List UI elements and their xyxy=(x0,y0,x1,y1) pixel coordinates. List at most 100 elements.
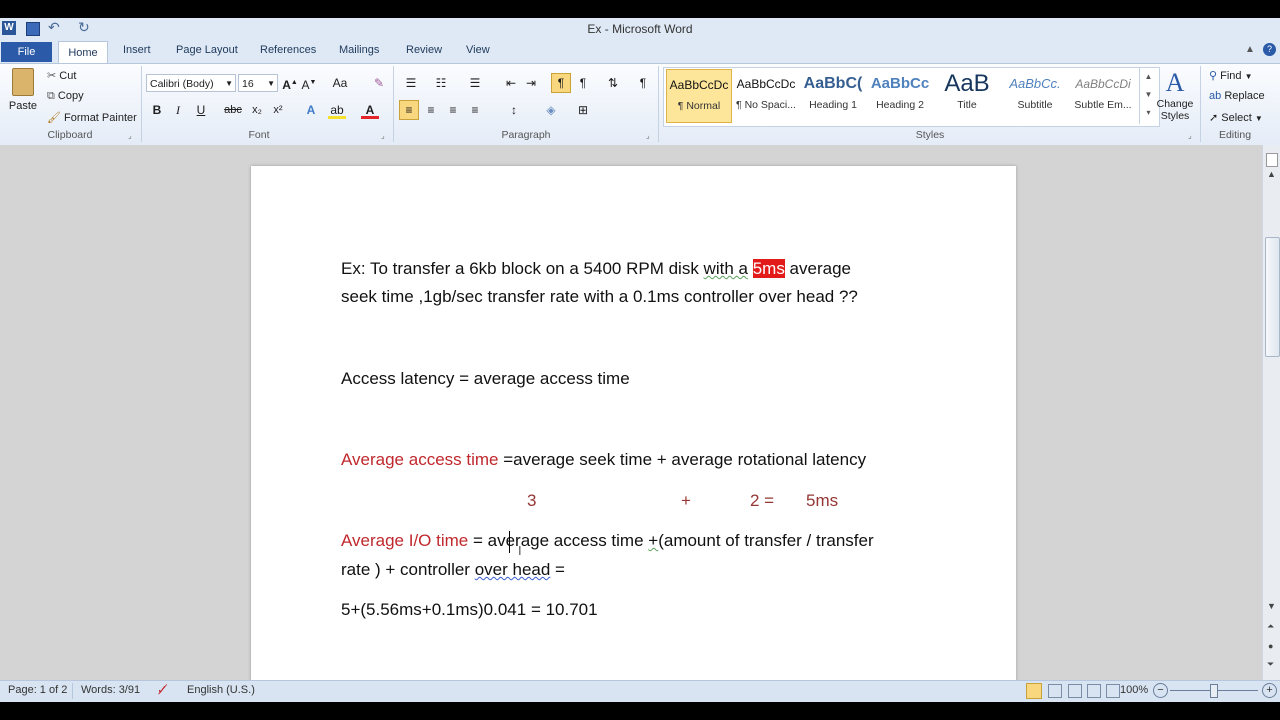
ruler-toggle-icon[interactable] xyxy=(1266,153,1278,167)
line-spacing-icon[interactable]: ↕ xyxy=(505,101,523,119)
style-name: Title xyxy=(957,99,977,111)
style-heading-2[interactable]: AaBbCc Heading 2 xyxy=(868,69,932,121)
font-name-select[interactable]: Calibri (Body) ▼ xyxy=(146,74,236,92)
style-heading-1[interactable]: AaBbC( Heading 1 xyxy=(801,69,865,121)
web-layout-icon[interactable] xyxy=(1068,684,1082,698)
ltr-direction-icon[interactable]: ¶ xyxy=(551,73,571,93)
draft-view-icon[interactable] xyxy=(1106,684,1120,698)
increase-indent-icon[interactable]: ⇥ xyxy=(522,74,540,92)
font-group-label: Font xyxy=(248,129,270,141)
decrease-indent-icon[interactable]: ⇤ xyxy=(502,74,520,92)
multilevel-list-icon[interactable]: ☰ xyxy=(466,74,484,92)
tab-insert[interactable]: Insert xyxy=(123,44,151,56)
sort-icon[interactable]: ⇅ xyxy=(604,74,622,92)
italic-icon[interactable]: I xyxy=(169,101,187,119)
clipboard-launcher-icon[interactable]: ⌟ xyxy=(128,131,132,140)
word-count-status[interactable]: Words: 3/91 xyxy=(81,684,140,696)
strikethrough-icon[interactable]: abc xyxy=(224,101,242,119)
grow-font-icon[interactable]: A▲ xyxy=(281,74,299,92)
tab-review[interactable]: Review xyxy=(406,44,442,56)
page-count-status[interactable]: Page: 1 of 2 xyxy=(8,684,67,696)
replace-button[interactable]: ab Replace xyxy=(1208,89,1266,103)
change-styles-button[interactable]: A Change Styles xyxy=(1155,68,1195,122)
styles-launcher-icon[interactable]: ⌟ xyxy=(1188,131,1192,140)
bullets-icon[interactable]: ☰ xyxy=(402,74,420,92)
font-color-icon[interactable]: A xyxy=(361,101,379,119)
align-center-icon[interactable]: ≡ xyxy=(422,101,440,119)
vertical-scrollbar[interactable]: ▲ ▼ ⏶ ● ⏷ xyxy=(1262,145,1280,680)
tab-home[interactable]: Home xyxy=(58,41,108,64)
paste-button[interactable]: Paste xyxy=(6,68,40,124)
help-icon[interactable]: ? xyxy=(1263,43,1276,56)
document-page[interactable]: Ex: To transfer a 6kb block on a 5400 RP… xyxy=(251,166,1016,686)
format-painter-label: Format Painter xyxy=(64,112,137,124)
font-launcher-icon[interactable]: ⌟ xyxy=(381,131,385,140)
full-screen-reading-icon[interactable] xyxy=(1048,684,1062,698)
language-status[interactable]: English (U.S.) xyxy=(187,684,255,696)
paragraph-launcher-icon[interactable]: ⌟ xyxy=(646,131,650,140)
proofing-icon[interactable]: ✓̸ xyxy=(157,682,168,698)
superscript-icon[interactable]: x² xyxy=(269,101,287,119)
align-left-icon[interactable]: ≡ xyxy=(399,100,419,120)
numbering-icon[interactable]: ☷ xyxy=(432,74,450,92)
bold-icon[interactable]: B xyxy=(148,101,166,119)
shading-icon[interactable]: ◈ xyxy=(542,101,560,119)
style-subtle-emphasis[interactable]: AaBbCcDi Subtle Em... xyxy=(1071,69,1135,121)
tab-references[interactable]: References xyxy=(260,44,316,56)
zoom-out-icon[interactable]: − xyxy=(1153,683,1168,698)
style-title[interactable]: AaB Title xyxy=(935,69,999,121)
scroll-thumb[interactable] xyxy=(1265,237,1280,357)
next-page-icon[interactable]: ⏷ xyxy=(1267,659,1274,670)
borders-icon[interactable]: ⊞ xyxy=(574,101,592,119)
shrink-font-icon[interactable]: A▼ xyxy=(300,74,318,92)
tab-page-layout[interactable]: Page Layout xyxy=(176,44,238,56)
cut-button[interactable]: ✂ Cut xyxy=(46,68,77,83)
zoom-in-icon[interactable]: + xyxy=(1262,683,1277,698)
tab-view[interactable]: View xyxy=(466,44,490,56)
previous-page-icon[interactable]: ⏶ xyxy=(1267,621,1274,632)
scroll-up-icon[interactable]: ▲ xyxy=(1267,169,1276,179)
outline-view-icon[interactable] xyxy=(1087,684,1101,698)
style-sample: AaBbC( xyxy=(803,75,863,92)
clipboard-group-label: Clipboard xyxy=(47,129,93,141)
style-subtitle[interactable]: AaBbCc. Subtitle xyxy=(1003,69,1067,121)
align-right-icon[interactable]: ≡ xyxy=(444,101,462,119)
change-styles-label: Change Styles xyxy=(1156,98,1194,122)
underline-icon[interactable]: U xyxy=(192,101,210,119)
window-title: Ex - Microsoft Word xyxy=(587,22,693,36)
font-size-select[interactable]: 16 ▼ xyxy=(238,74,278,92)
show-formatting-icon[interactable]: ¶ xyxy=(634,74,652,92)
value-2-equals: 2 = xyxy=(750,491,775,510)
subscript-icon[interactable]: x₂ xyxy=(248,101,266,119)
zoom-level[interactable]: 100% xyxy=(1120,684,1148,696)
style-no-spacing[interactable]: AaBbCcDc ¶ No Spaci... xyxy=(734,69,798,121)
red-label-text: Average I/O time xyxy=(341,531,469,550)
browse-object-icon[interactable]: ● xyxy=(1268,641,1273,651)
rtl-direction-icon[interactable]: ¶ xyxy=(574,74,592,92)
tab-mailings[interactable]: Mailings xyxy=(339,44,379,56)
change-case-icon[interactable]: Aa xyxy=(331,74,349,92)
style-normal[interactable]: AaBbCcDc ¶ Normal xyxy=(666,69,732,123)
copy-button[interactable]: ⧉ Copy xyxy=(46,89,85,104)
style-name: ¶ Normal xyxy=(677,100,721,112)
tab-file[interactable]: File xyxy=(1,42,52,62)
highlight-color-icon[interactable]: ab xyxy=(328,101,346,119)
find-button[interactable]: ⚲ Find ▼ xyxy=(1208,68,1254,83)
text-run: (amount of transfer / transfer xyxy=(658,531,874,550)
text-effects-icon[interactable]: A xyxy=(302,101,320,119)
justify-icon[interactable]: ≡ xyxy=(466,101,484,119)
minimize-ribbon-icon[interactable]: ▲ xyxy=(1245,44,1255,55)
red-label-text: Average access time xyxy=(341,450,499,469)
paragraph-question-line-2: seek time ,1gb/sec transfer rate with a … xyxy=(341,287,858,306)
print-layout-icon[interactable] xyxy=(1026,683,1042,699)
font-name-value: Calibri (Body) xyxy=(150,78,214,90)
paragraph-question-line-1: Ex: To transfer a 6kb block on a 5400 RP… xyxy=(341,259,851,279)
clear-formatting-icon[interactable]: ✎ xyxy=(370,74,388,92)
select-button[interactable]: ➚ Select ▼ xyxy=(1208,110,1264,125)
scissors-icon: ✂ xyxy=(47,70,57,82)
style-sample: AaBbCcDc xyxy=(669,78,729,92)
scroll-down-icon[interactable]: ▼ xyxy=(1267,601,1276,611)
zoom-slider-thumb[interactable] xyxy=(1210,684,1218,698)
ibeam-pointer-icon: I xyxy=(518,543,522,558)
format-painter-button[interactable]: 🖌 Format Painter xyxy=(46,110,138,125)
